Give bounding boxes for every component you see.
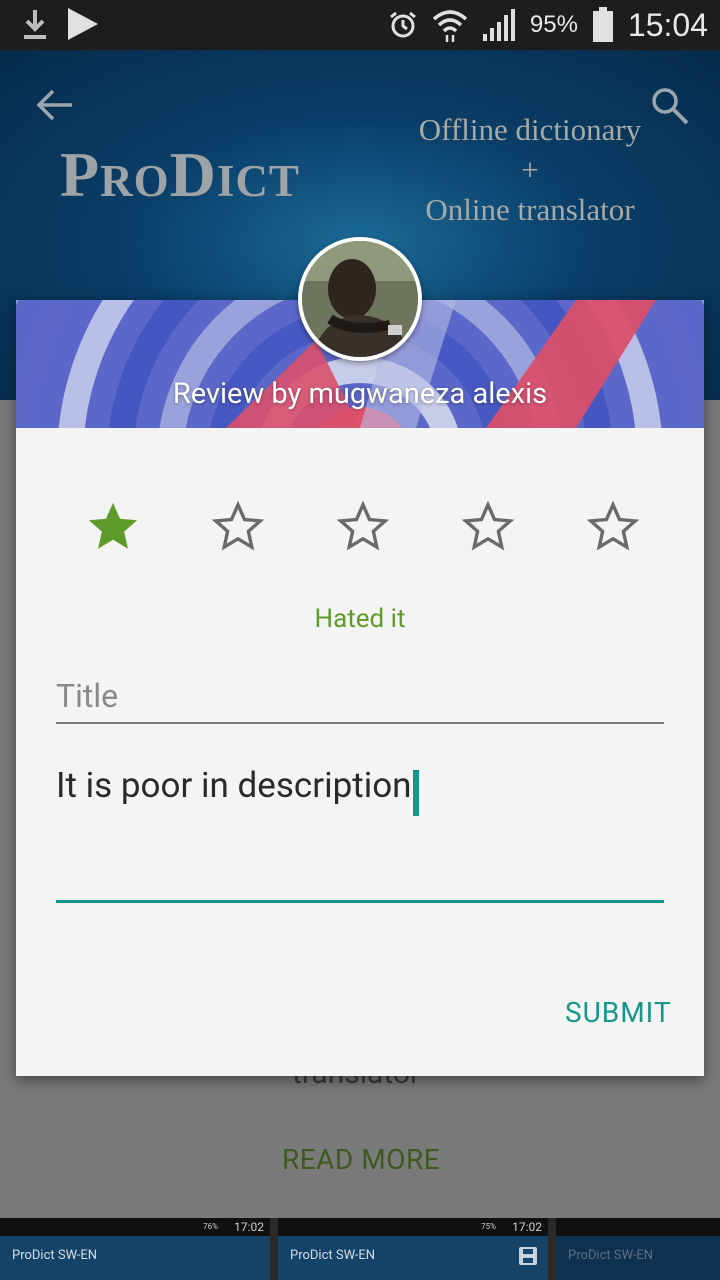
thumb-title: ProDict SW-EN [568,1248,653,1263]
back-arrow-icon[interactable] [36,88,74,122]
clock: 15:04 [627,6,708,43]
play-store-icon [68,8,98,40]
thumb-time: 17:02 [234,1220,264,1234]
app-logo: ProDict [60,139,300,210]
wifi-icon [432,10,468,42]
tagline-line1: Offline dictionary [418,112,642,147]
review-title-input[interactable]: Title [56,670,664,724]
star-5-icon[interactable] [584,498,642,556]
signal-icon [482,9,515,41]
search-icon[interactable] [650,86,690,126]
review-description-input[interactable]: It is poor in description [56,760,664,903]
header-tagline: Offline dictionary + Online translator [395,110,665,230]
star-rating [16,498,704,558]
text-cursor [412,769,419,816]
save-icon [519,1247,537,1265]
status-bar: 95% 15:04 [0,0,720,50]
recent-app-card[interactable]: 75% 17:02 ProDict SW-EN [278,1218,548,1280]
star-1-filled-icon[interactable] [84,498,142,556]
thumb-status-bar: 75% 17:02 [278,1218,548,1236]
thumb-status-bar [556,1218,720,1236]
review-description-text: It is poor in description [56,765,412,806]
download-icon [24,10,46,39]
tagline-plus: + [521,152,539,187]
thumb-battery: 76% [203,1222,218,1231]
recent-app-card[interactable]: ProDict SW-EN [556,1218,720,1280]
alarm-icon [389,11,416,38]
recent-apps-strip: 76% 17:02 ProDict SW-EN 75% 17:02 ProDic… [0,1218,720,1280]
recent-app-card[interactable]: 76% 17:02 ProDict SW-EN [0,1218,270,1280]
rating-label: Hated it [314,604,406,634]
thumb-time: 17:02 [512,1220,542,1234]
tagline-line2: Online translator [425,192,635,227]
thumb-battery: 75% [481,1222,496,1231]
star-4-icon[interactable] [459,498,517,556]
thumb-title: ProDict SW-EN [12,1248,97,1263]
submit-button[interactable]: SUBMIT [565,996,672,1029]
dialog-title: Review by mugwaneza alexis [172,377,548,411]
star-3-icon[interactable] [334,498,392,556]
thumb-title: ProDict SW-EN [290,1248,375,1263]
read-more-link[interactable]: READ MORE [282,1143,440,1176]
battery-icon [592,7,613,42]
reviewer-avatar [298,237,422,361]
thumb-status-bar: 76% 17:02 [0,1218,270,1236]
battery-percent: 95% [529,11,578,38]
star-2-icon[interactable] [209,498,267,556]
